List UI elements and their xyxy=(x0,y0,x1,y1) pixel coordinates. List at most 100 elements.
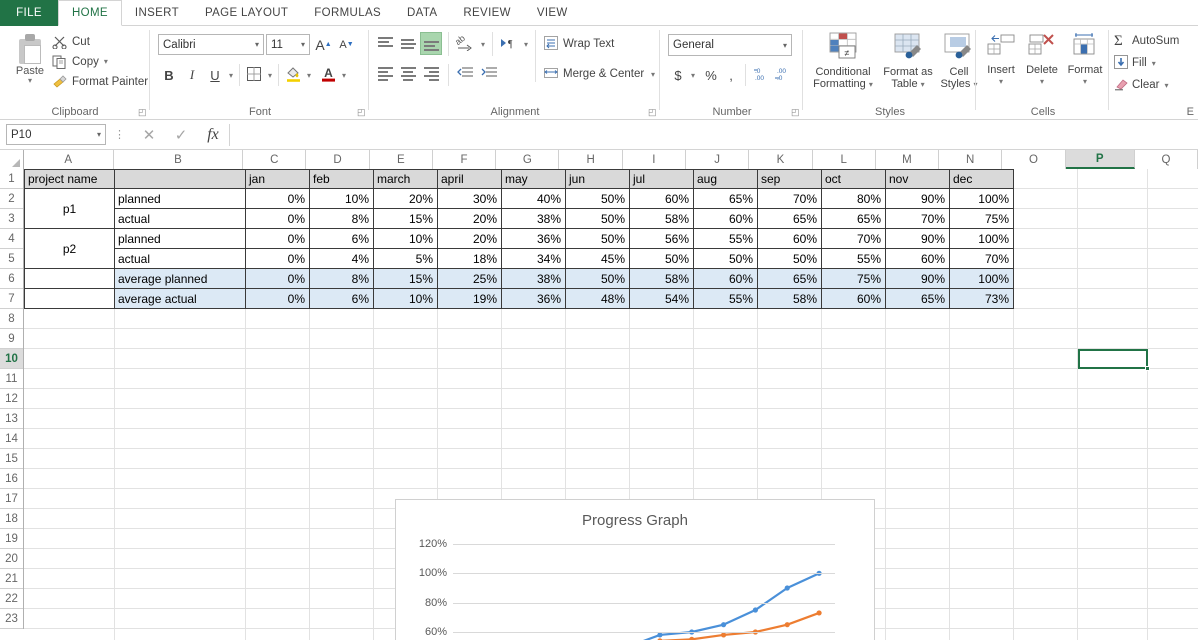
value-cell-r6-G[interactable]: 38% xyxy=(502,269,566,289)
value-cell-r3-I[interactable]: 58% xyxy=(630,209,694,229)
metric-cell-planned[interactable]: planned xyxy=(115,229,246,249)
column-header-f[interactable]: F xyxy=(432,150,497,169)
header-cell-jan[interactable]: jan xyxy=(246,169,310,189)
select-all-corner[interactable] xyxy=(0,150,24,169)
row-header-1[interactable]: 1 xyxy=(0,169,23,189)
decrease-indent-button[interactable] xyxy=(453,64,477,84)
value-cell-r5-C[interactable]: 0% xyxy=(246,249,310,269)
value-cell-r2-K[interactable]: 70% xyxy=(758,189,822,209)
row-header-23[interactable]: 23 xyxy=(0,609,23,629)
value-cell-r7-G[interactable]: 36% xyxy=(502,289,566,309)
header-cell-march[interactable]: march xyxy=(374,169,438,189)
value-cell-r5-L[interactable]: 55% xyxy=(822,249,886,269)
header-cell-jun[interactable]: jun xyxy=(566,169,630,189)
copy-caret-icon[interactable]: ▾ xyxy=(104,57,108,66)
currency-caret-icon[interactable]: ▾ xyxy=(687,64,699,86)
value-cell-r2-M[interactable]: 90% xyxy=(886,189,950,209)
value-cell-r5-H[interactable]: 45% xyxy=(566,249,630,269)
merge-center-caret-icon[interactable]: ▾ xyxy=(647,63,659,85)
value-cell-r2-I[interactable]: 60% xyxy=(630,189,694,209)
italic-button[interactable]: I xyxy=(181,64,203,86)
fill-color-button[interactable] xyxy=(282,64,304,86)
value-cell-r4-F[interactable]: 20% xyxy=(438,229,502,249)
column-header-n[interactable]: N xyxy=(939,150,1003,169)
tab-home[interactable]: HOME xyxy=(58,0,122,26)
value-cell-r3-J[interactable]: 60% xyxy=(694,209,758,229)
header-cell-blank[interactable] xyxy=(115,169,246,189)
column-header-d[interactable]: D xyxy=(306,150,370,169)
cell-area[interactable]: project name jan feb march april may jun jul aug… xyxy=(24,169,1198,640)
formula-input[interactable] xyxy=(230,124,1194,145)
value-cell-r5-E[interactable]: 5% xyxy=(374,249,438,269)
value-cell-r4-H[interactable]: 50% xyxy=(566,229,630,249)
increase-font-size-button[interactable]: A ▲ xyxy=(313,34,334,55)
column-header-g[interactable]: G xyxy=(496,150,560,169)
fill-color-caret-icon[interactable]: ▾ xyxy=(303,64,315,86)
borders-button[interactable] xyxy=(243,64,265,86)
decrease-decimal-button[interactable]: .0 .00 xyxy=(750,64,771,86)
value-cell-r7-L[interactable]: 60% xyxy=(822,289,886,309)
column-header-b[interactable]: B xyxy=(113,150,244,169)
align-bottom-button[interactable] xyxy=(420,32,442,55)
column-header-c[interactable]: C xyxy=(243,150,307,169)
value-cell-r5-D[interactable]: 4% xyxy=(310,249,374,269)
value-cell-r2-C[interactable]: 0% xyxy=(246,189,310,209)
header-cell-jul[interactable]: jul xyxy=(630,169,694,189)
number-format-caret-icon[interactable]: ▾ xyxy=(783,41,787,50)
align-top-button[interactable] xyxy=(374,34,396,54)
column-header-p[interactable]: P xyxy=(1065,150,1135,169)
value-cell-r4-K[interactable]: 60% xyxy=(758,229,822,249)
tab-file[interactable]: FILE xyxy=(0,0,58,26)
chart-object[interactable]: Progress Graph 120%100%80%60%40%20%0%jan… xyxy=(395,499,875,640)
tab-formulas[interactable]: FORMULAS xyxy=(301,0,394,26)
font-size-caret-icon[interactable]: ▾ xyxy=(301,40,305,49)
row-header-8[interactable]: 8 xyxy=(0,309,23,329)
underline-button[interactable]: U xyxy=(204,64,226,86)
metric-cell-actual[interactable]: actual xyxy=(115,249,246,269)
header-cell-project-name[interactable]: project name xyxy=(24,169,115,189)
column-header-e[interactable]: E xyxy=(369,150,433,169)
column-header-h[interactable]: H xyxy=(559,150,623,169)
orientation-caret-icon[interactable]: ▾ xyxy=(477,34,489,54)
header-cell-feb[interactable]: feb xyxy=(310,169,374,189)
increase-decimal-button[interactable]: .00 .0 xyxy=(772,64,793,86)
column-header-l[interactable]: L xyxy=(812,150,876,169)
copy-button[interactable]: Copy ▾ xyxy=(52,52,108,71)
orientation-button[interactable]: ab xyxy=(453,33,477,54)
value-cell-r3-G[interactable]: 38% xyxy=(502,209,566,229)
metric-cell-planned[interactable]: planned xyxy=(115,189,246,209)
clear-button[interactable]: Clear ▾ xyxy=(1114,75,1169,95)
value-cell-r6-M[interactable]: 90% xyxy=(886,269,950,289)
value-cell-r6-J[interactable]: 60% xyxy=(694,269,758,289)
value-cell-r3-N[interactable]: 75% xyxy=(950,209,1014,229)
insert-function-icon[interactable]: fx xyxy=(197,124,229,146)
project-name-cell-p1[interactable]: p1 xyxy=(24,189,115,229)
row-header-3[interactable]: 3 xyxy=(0,209,23,229)
number-dialog-launcher[interactable]: ◰ xyxy=(791,108,800,117)
merge-center-button[interactable]: Merge & Center xyxy=(540,63,648,85)
value-cell-r2-E[interactable]: 20% xyxy=(374,189,438,209)
tab-insert[interactable]: INSERT xyxy=(122,0,192,26)
header-cell-may[interactable]: may xyxy=(502,169,566,189)
value-cell-r5-G[interactable]: 34% xyxy=(502,249,566,269)
value-cell-r6-L[interactable]: 75% xyxy=(822,269,886,289)
project-name-cell-blank-7[interactable] xyxy=(24,289,115,309)
value-cell-r6-N[interactable]: 100% xyxy=(950,269,1014,289)
value-cell-r3-D[interactable]: 8% xyxy=(310,209,374,229)
row-header-9[interactable]: 9 xyxy=(0,329,23,349)
value-cell-r2-J[interactable]: 65% xyxy=(694,189,758,209)
metric-cell-average-planned[interactable]: average planned xyxy=(115,269,246,289)
decrease-font-size-button[interactable]: A ▼ xyxy=(336,34,357,55)
align-right-button[interactable] xyxy=(420,64,442,84)
wrap-text-button[interactable]: Wrap Text xyxy=(540,33,618,55)
tab-page-layout[interactable]: PAGE LAYOUT xyxy=(192,0,301,26)
text-direction-caret-icon[interactable]: ▾ xyxy=(520,34,532,54)
tab-view[interactable]: VIEW xyxy=(524,0,581,26)
value-cell-r7-H[interactable]: 48% xyxy=(566,289,630,309)
row-header-7[interactable]: 7 xyxy=(0,289,23,309)
row-header-13[interactable]: 13 xyxy=(0,409,23,429)
paste-button[interactable]: Paste ▾ xyxy=(8,32,52,98)
row-header-14[interactable]: 14 xyxy=(0,429,23,449)
metric-cell-actual[interactable]: actual xyxy=(115,209,246,229)
value-cell-r7-K[interactable]: 58% xyxy=(758,289,822,309)
